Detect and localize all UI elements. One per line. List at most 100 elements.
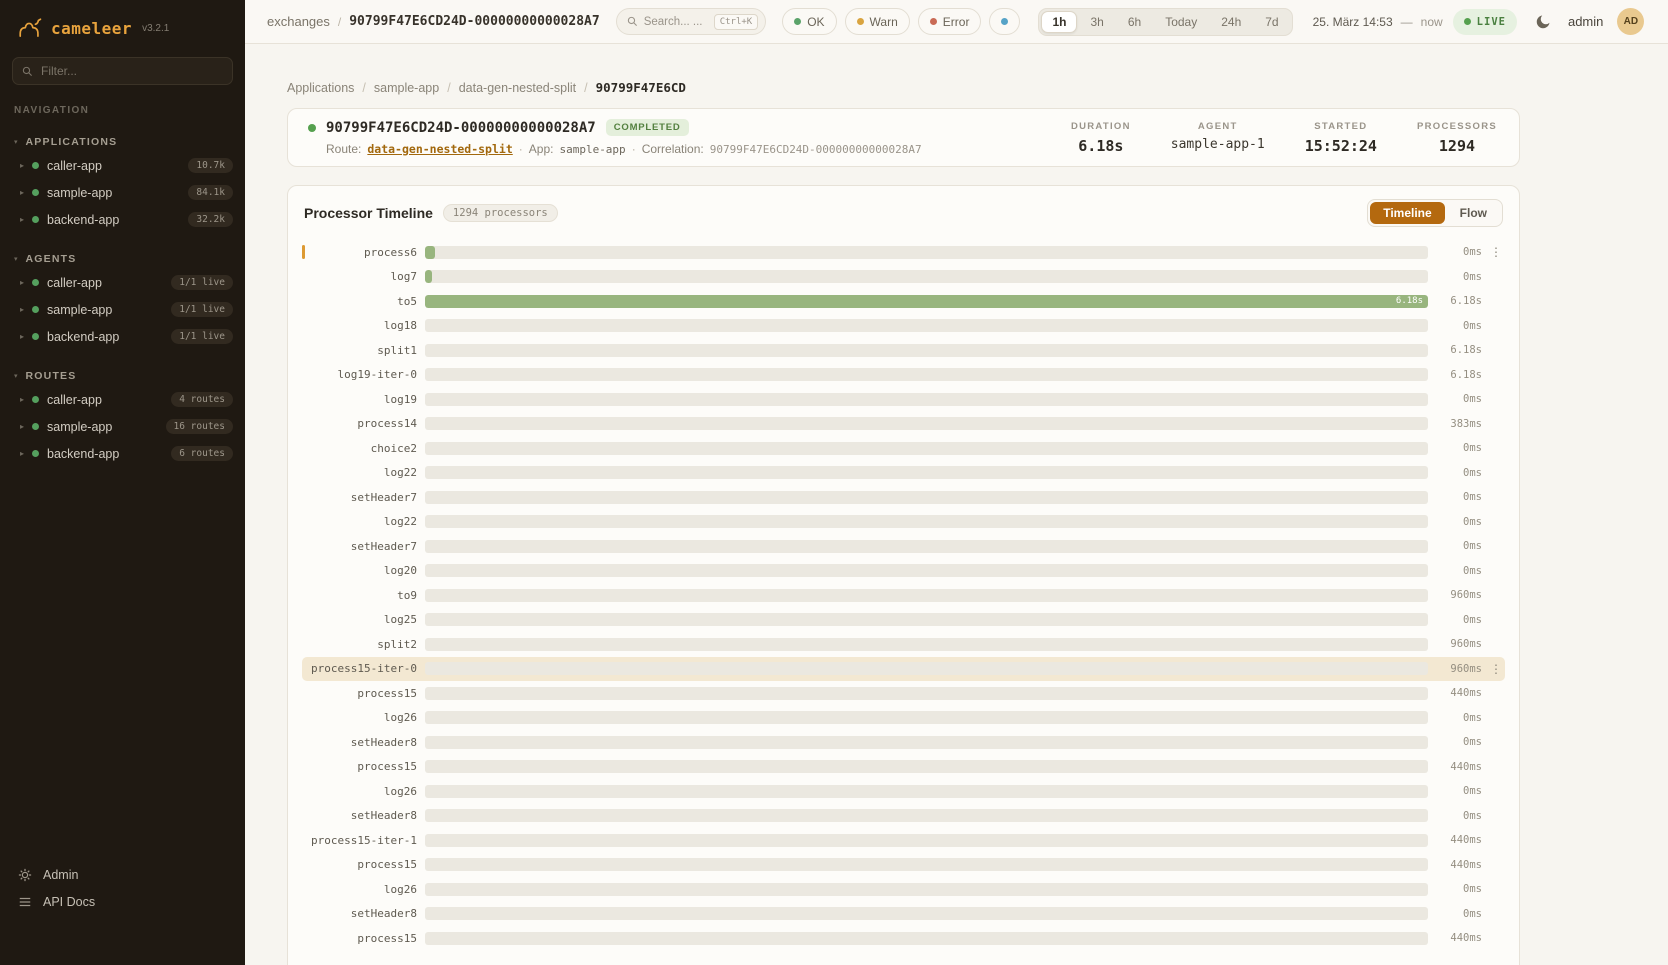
- sidebar-item-admin[interactable]: Admin: [18, 868, 227, 882]
- timeline-row-log22[interactable]: log220ms⋮: [302, 510, 1505, 535]
- timeline-row-process6[interactable]: process60ms⋮: [302, 240, 1505, 265]
- sidebar-item-backend-app[interactable]: ▸backend-app32.2k: [0, 206, 245, 233]
- sidebar-item-backend-app[interactable]: ▸backend-app6 routes: [0, 440, 245, 467]
- timeline-row-log20[interactable]: log200ms⋮: [302, 559, 1505, 584]
- status-filters: OK Warn Error: [782, 8, 1020, 35]
- time-range-today[interactable]: Today: [1154, 11, 1208, 33]
- timeline-row-log25[interactable]: log250ms⋮: [302, 608, 1505, 633]
- timeline-row-process15-iter-0[interactable]: process15-iter-0960ms⋮: [302, 657, 1505, 682]
- time-range-7d[interactable]: 7d: [1254, 11, 1289, 33]
- route-link[interactable]: data-gen-nested-split: [367, 142, 512, 156]
- search-input[interactable]: [644, 16, 708, 28]
- sidebar-item-sample-app[interactable]: ▸sample-app16 routes: [0, 413, 245, 440]
- timeline-bar-track: [425, 589, 1428, 602]
- timeline-row-log26[interactable]: log260ms⋮: [302, 877, 1505, 902]
- timeline-row-to5[interactable]: to56.18s6.18s⋮: [302, 289, 1505, 314]
- exchange-info: 90799F47E6CD24D-00000000000028A7 COMPLET…: [308, 119, 922, 156]
- status-filter-warn[interactable]: Warn: [845, 8, 910, 35]
- timeline-row-process15[interactable]: process15440ms⋮: [302, 755, 1505, 780]
- status-filter-ok[interactable]: OK: [782, 8, 836, 35]
- processor-duration: 0ms: [1436, 712, 1482, 724]
- breadcrumb-section[interactable]: exchanges: [267, 14, 330, 29]
- sidebar-item-sample-app[interactable]: ▸sample-app1/1 live: [0, 296, 245, 323]
- sidebar-item-sample-app[interactable]: ▸sample-app84.1k: [0, 179, 245, 206]
- time-range-3h[interactable]: 3h: [1079, 11, 1114, 33]
- sidebar-item-label: sample-app: [47, 303, 112, 317]
- stat-label: DURATION: [1071, 121, 1131, 132]
- status-filter-label: OK: [807, 15, 824, 29]
- processor-name: to5: [305, 295, 417, 308]
- chevron-right-icon: ▸: [20, 278, 24, 287]
- time-range-24h[interactable]: 24h: [1210, 11, 1252, 33]
- timeline-row-log19-iter-0[interactable]: log19-iter-06.18s⋮: [302, 363, 1505, 388]
- row-menu-icon[interactable]: ⋮: [1490, 245, 1502, 259]
- global-search[interactable]: Ctrl+K: [616, 8, 767, 35]
- status-filter-error[interactable]: Error: [918, 8, 982, 35]
- timeline-row-setHeader8[interactable]: setHeader80ms⋮: [302, 902, 1505, 927]
- timeline-row-log22[interactable]: log220ms⋮: [302, 461, 1505, 486]
- timeline-bar-track: [425, 442, 1428, 455]
- processor-name: split2: [305, 638, 417, 651]
- tab-timeline[interactable]: Timeline: [1370, 202, 1444, 224]
- status-dot: [32, 450, 39, 457]
- timeline-row-process15[interactable]: process15440ms⋮: [302, 926, 1505, 951]
- time-range-6h[interactable]: 6h: [1117, 11, 1152, 33]
- status-dot: [32, 333, 39, 340]
- exchange-meta: Route: data-gen-nested-split · App: samp…: [326, 142, 922, 156]
- timeline-bar-track: [425, 613, 1428, 626]
- chevron-right-icon: ▸: [20, 161, 24, 170]
- timeline-row-split1[interactable]: split16.18s⋮: [302, 338, 1505, 363]
- processor-duration: 440ms: [1436, 687, 1482, 699]
- nav-group-header-routes[interactable]: ▾ROUTES: [0, 366, 245, 386]
- timeline-row-process15[interactable]: process15440ms⋮: [302, 681, 1505, 706]
- timeline-row-log7[interactable]: log70ms⋮: [302, 265, 1505, 290]
- timeline-row-setHeader7[interactable]: setHeader70ms⋮: [302, 534, 1505, 559]
- processor-name: setHeader7: [305, 540, 417, 553]
- timeline-row-log18[interactable]: log180ms⋮: [302, 314, 1505, 339]
- status-filter-dot[interactable]: [989, 8, 1020, 35]
- filter-input[interactable]: [41, 64, 223, 78]
- processor-name: process15-iter-0: [305, 662, 417, 675]
- search-icon: [627, 16, 638, 27]
- timeline-row-log19[interactable]: log190ms⋮: [302, 387, 1505, 412]
- avatar[interactable]: AD: [1617, 8, 1644, 35]
- timeline-row-setHeader7[interactable]: setHeader70ms⋮: [302, 485, 1505, 510]
- date-range[interactable]: 25. März 14:53 — now: [1313, 15, 1443, 29]
- tab-flow[interactable]: Flow: [1447, 202, 1500, 224]
- breadcrumb-item[interactable]: data-gen-nested-split: [459, 81, 576, 95]
- sidebar-item-caller-app[interactable]: ▸caller-app10.7k: [0, 152, 245, 179]
- processor-duration: 440ms: [1436, 834, 1482, 846]
- timeline-row-split2[interactable]: split2960ms⋮: [302, 632, 1505, 657]
- item-count-badge: 6 routes: [171, 446, 233, 461]
- nav-group-header-applications[interactable]: ▾APPLICATIONS: [0, 132, 245, 152]
- processor-name: process15: [305, 687, 417, 700]
- timeline-row-process14[interactable]: process14383ms⋮: [302, 412, 1505, 437]
- timeline-row-process15[interactable]: process15440ms⋮: [302, 853, 1505, 878]
- timeline-bar-track: [425, 809, 1428, 822]
- sidebar-item-caller-app[interactable]: ▸caller-app1/1 live: [0, 269, 245, 296]
- timeline-row-setHeader8[interactable]: setHeader80ms⋮: [302, 730, 1505, 755]
- breadcrumb-item[interactable]: Applications: [287, 81, 354, 95]
- status-dot: [32, 216, 39, 223]
- nav-group-header-agents[interactable]: ▾AGENTS: [0, 249, 245, 269]
- caret-down-icon: ▾: [14, 255, 18, 263]
- dark-mode-toggle-icon[interactable]: [1535, 13, 1552, 30]
- processor-name: log22: [305, 466, 417, 479]
- sidebar-item-api-docs[interactable]: API Docs: [18, 895, 227, 909]
- sidebar-item-backend-app[interactable]: ▸backend-app1/1 live: [0, 323, 245, 350]
- breadcrumb-item[interactable]: sample-app: [374, 81, 439, 95]
- timeline-row-log26[interactable]: log260ms⋮: [302, 779, 1505, 804]
- live-toggle[interactable]: LIVE: [1453, 9, 1517, 35]
- timeline-row-to9[interactable]: to9960ms⋮: [302, 583, 1505, 608]
- timeline-row-choice2[interactable]: choice20ms⋮: [302, 436, 1505, 461]
- timeline-row-setHeader8[interactable]: setHeader80ms⋮: [302, 804, 1505, 829]
- time-range-1h[interactable]: 1h: [1041, 11, 1077, 33]
- row-menu-icon[interactable]: ⋮: [1490, 662, 1502, 676]
- sidebar-item-caller-app[interactable]: ▸caller-app4 routes: [0, 386, 245, 413]
- date-range-start: 25. März 14:53: [1313, 15, 1393, 29]
- timeline-row-log26[interactable]: log260ms⋮: [302, 706, 1505, 731]
- timeline-row-process15-iter-1[interactable]: process15-iter-1440ms⋮: [302, 828, 1505, 853]
- processor-name: process6: [305, 246, 417, 259]
- timeline-bar: 6.18s: [425, 295, 1428, 308]
- processor-duration: 0ms: [1436, 442, 1482, 454]
